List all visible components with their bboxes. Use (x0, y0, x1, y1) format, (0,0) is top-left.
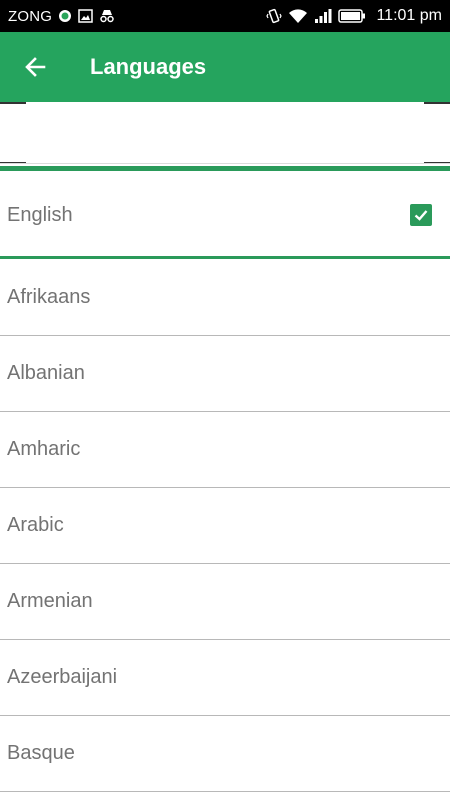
selected-row-divider (0, 256, 450, 259)
list-item[interactable]: Amharic (0, 412, 450, 488)
battery-icon (338, 8, 366, 24)
list-item[interactable]: Basque (0, 716, 450, 792)
language-list: Afrikaans Albanian Amharic Arabic Armeni… (0, 260, 450, 792)
language-label: Basque (7, 742, 75, 764)
back-button[interactable] (0, 32, 70, 102)
language-label: Arabic (7, 514, 64, 536)
input-corner-mark-tl (0, 102, 26, 104)
selected-language-label: English (7, 203, 73, 226)
checkbox-checked-icon[interactable] (410, 204, 432, 226)
search-input[interactable] (0, 102, 450, 164)
list-item[interactable]: Azeerbaijani (0, 640, 450, 716)
list-item[interactable]: Albanian (0, 336, 450, 412)
search-underline (0, 163, 450, 164)
status-bar-right: 11:01 pm (266, 7, 442, 25)
status-time: 11:01 pm (376, 7, 442, 24)
input-corner-mark-tr (424, 102, 450, 104)
status-bar-left: ZONG (8, 8, 115, 25)
wifi-icon (288, 8, 308, 24)
app-bar: Languages (0, 32, 450, 102)
whatsapp-icon (58, 9, 72, 23)
language-label: Azeerbaijani (7, 666, 118, 688)
selected-language-row[interactable]: English (0, 174, 450, 256)
carrier-name: ZONG (8, 7, 53, 25)
section-divider (0, 166, 450, 171)
gallery-icon (78, 9, 93, 23)
incognito-icon (99, 9, 115, 23)
language-label: Afrikaans (7, 286, 91, 308)
arrow-back-icon (25, 57, 46, 77)
list-item[interactable]: Armenian (0, 564, 450, 640)
search-area (0, 102, 450, 166)
vibrate-icon (266, 8, 283, 24)
language-label: Albanian (7, 362, 85, 384)
list-item[interactable]: Arabic (0, 488, 450, 564)
list-item[interactable]: Afrikaans (0, 260, 450, 336)
language-label: Armenian (7, 590, 93, 612)
language-label: Amharic (7, 438, 81, 460)
status-bar: ZONG 11:01 pm (0, 0, 450, 32)
page-title: Languages (90, 54, 207, 79)
signal-icon (314, 8, 332, 24)
